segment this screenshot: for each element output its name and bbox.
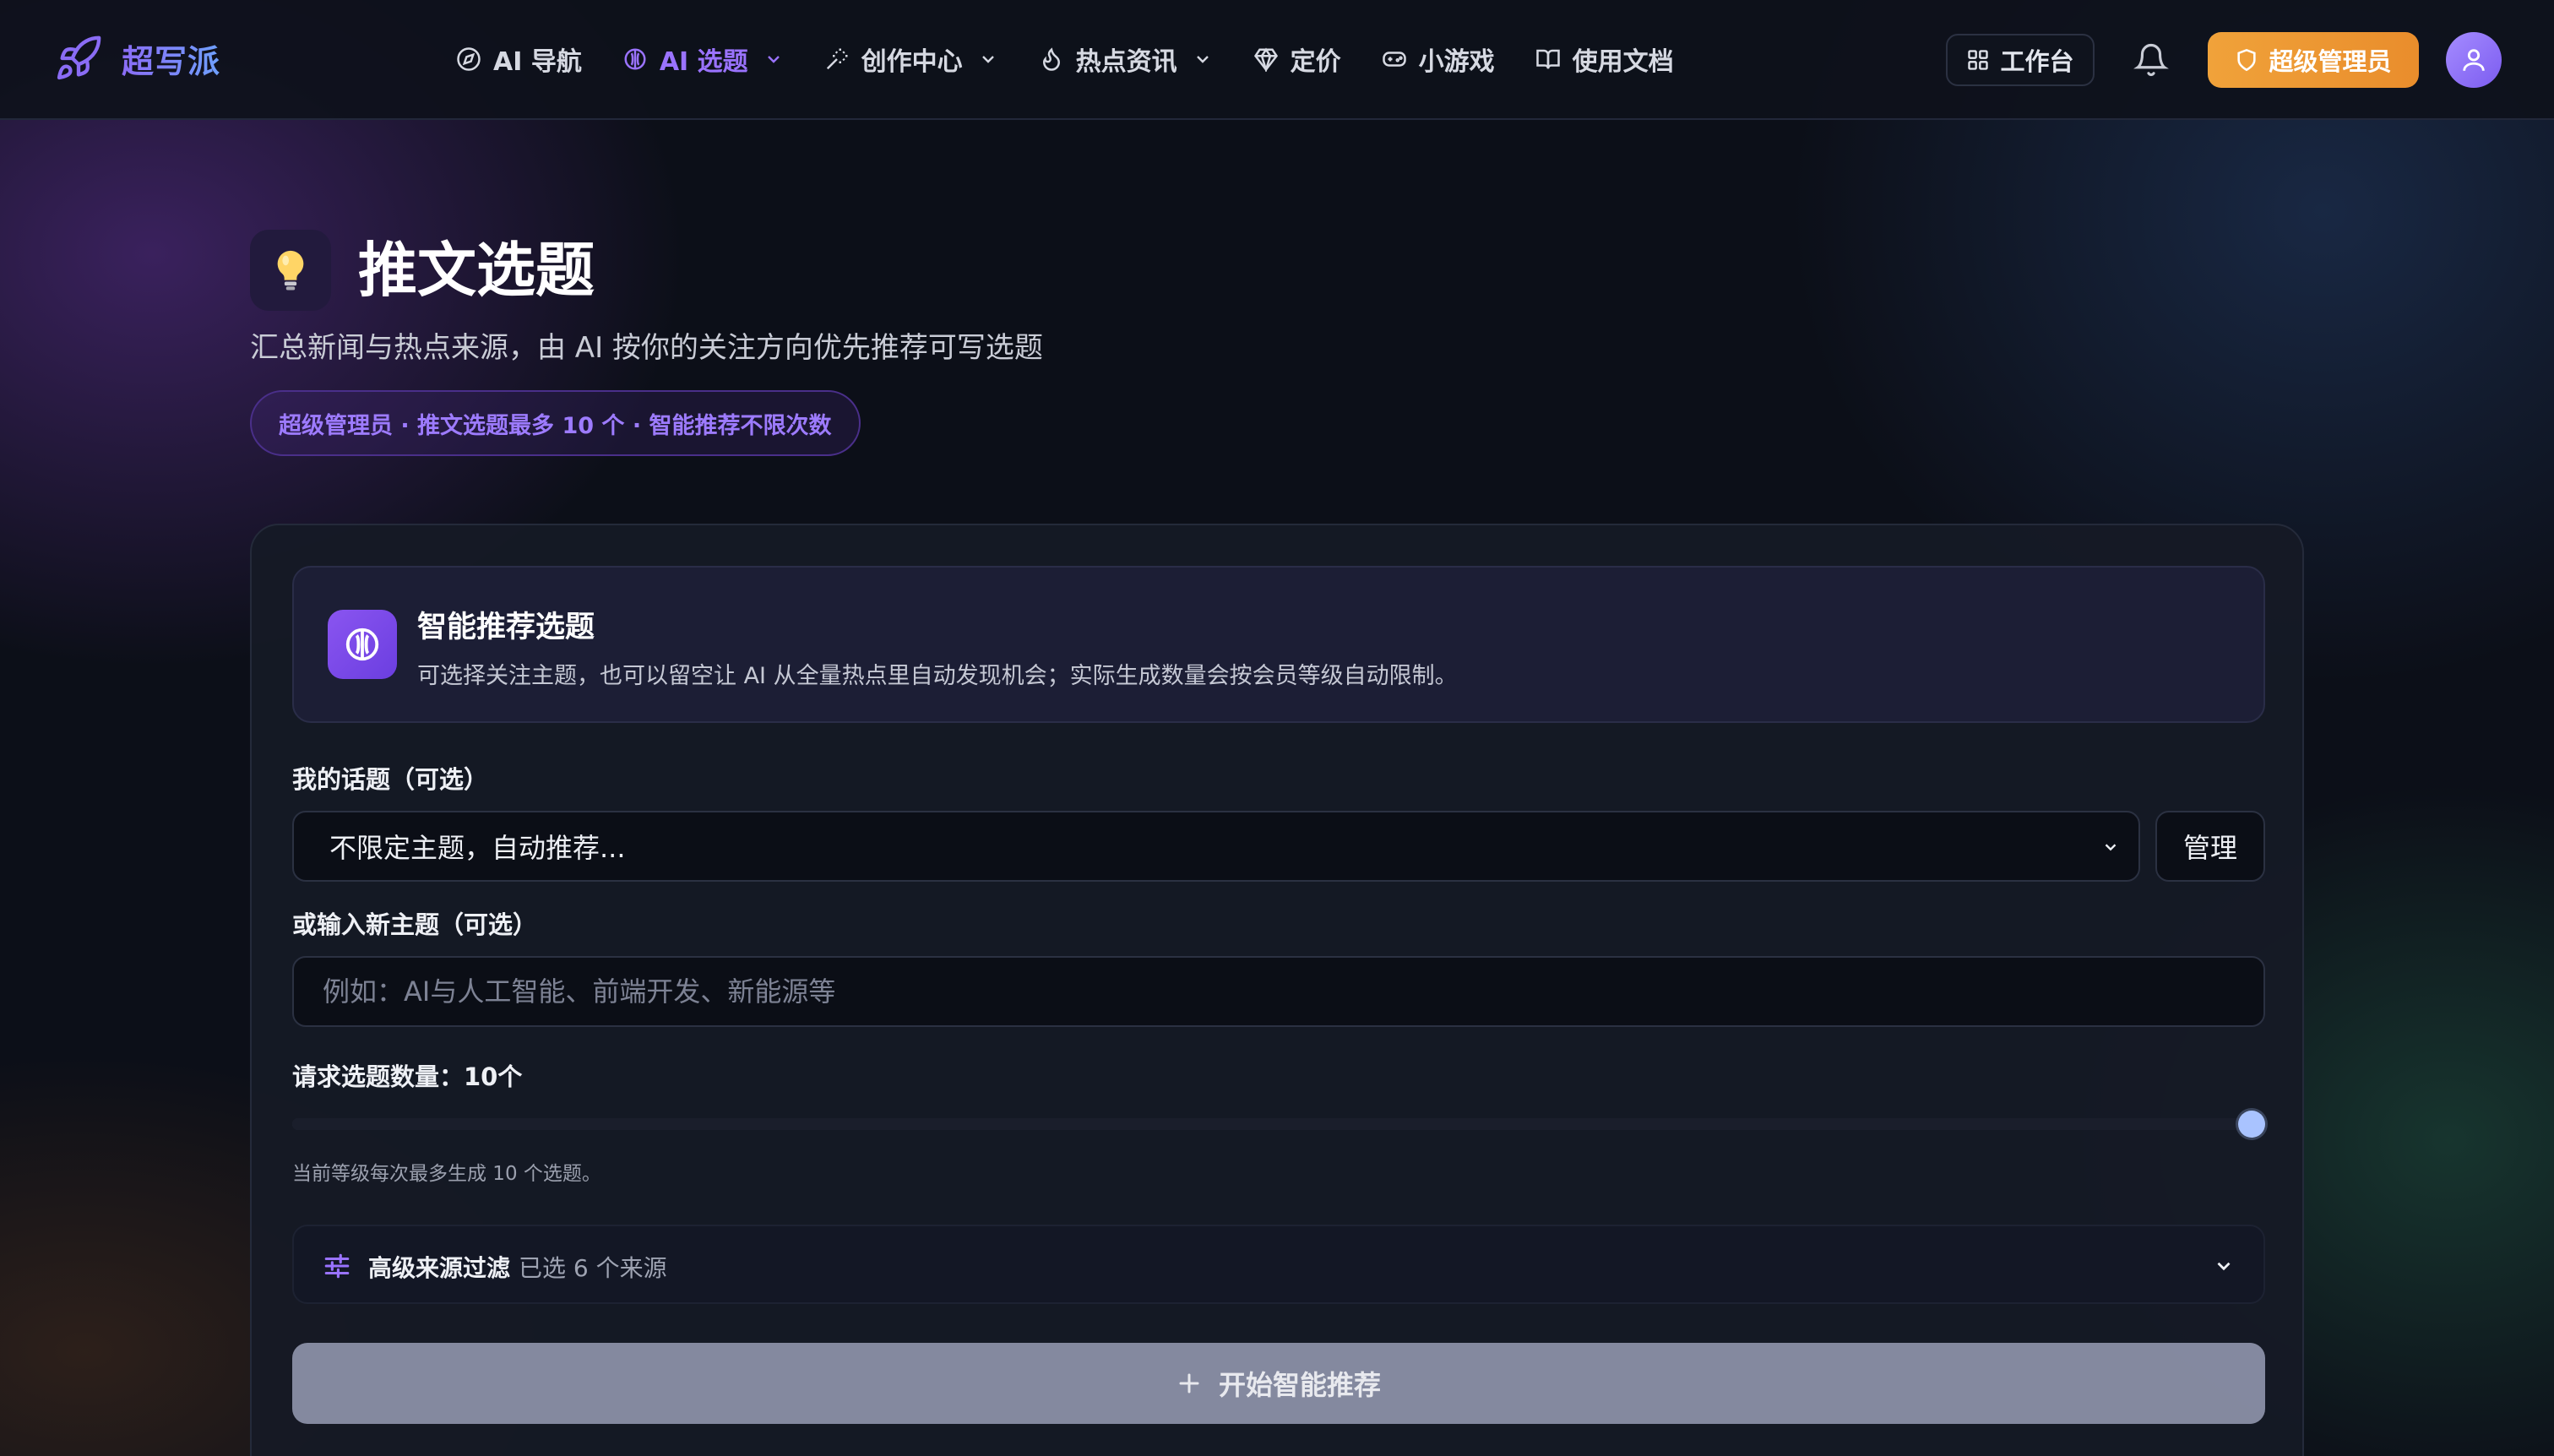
- info-icon-container: [328, 610, 397, 679]
- nav-item-mini-games[interactable]: 小游戏: [1382, 39, 1495, 79]
- topic-select-value: 不限定主题，自动推荐...: [329, 832, 626, 864]
- page-subtitle: 汇总新闻与热点来源，由 AI 按你的关注方向优先推荐可写选题: [250, 331, 1043, 365]
- workbench-label: 工作台: [2000, 47, 2074, 76]
- recommend-description: 可选择关注主题，也可以留空让 AI 从全量热点里自动发现机会；实际生成数量会按会…: [417, 663, 1458, 689]
- diamond-icon: [1253, 47, 1278, 72]
- nav-item-label: 定价: [1290, 47, 1341, 77]
- count-hint: 当前等级每次最多生成 10 个选题。: [292, 1163, 601, 1185]
- filter-title: 高级来源过滤: [368, 1254, 511, 1282]
- app-logo[interactable]: 超写派: [54, 34, 220, 83]
- super-admin-button[interactable]: 超级管理员: [2208, 32, 2419, 88]
- rocket-icon: [57, 35, 101, 80]
- plus-icon: [1179, 1373, 1199, 1394]
- count-slider[interactable]: [292, 1111, 2265, 1138]
- new-topic-input[interactable]: [292, 956, 2265, 1027]
- grid-icon: [1968, 50, 1989, 70]
- page-icon-container: [250, 230, 331, 311]
- admin-label: 超级管理员: [2269, 47, 2392, 76]
- app-name: 超写派: [122, 35, 220, 82]
- page-title: 推文选题: [358, 236, 595, 305]
- brain-icon: [345, 627, 379, 661]
- manage-topics-button[interactable]: 管理: [2155, 811, 2265, 882]
- top-navigation-bar: 超写派 AI 导航 AI 选题 创作中心 热点资讯 定价 小游戏 使用文档 工作…: [0, 0, 2554, 120]
- tier-badge: 超级管理员 · 推文选题最多 10 个 · 智能推荐不限次数: [250, 390, 861, 456]
- topic-label: 我的话题（可选）: [292, 765, 489, 794]
- slider-fill: [292, 1118, 2265, 1130]
- lightbulb-icon: [277, 250, 304, 291]
- start-recommend-button[interactable]: 开始智能推荐: [292, 1343, 2265, 1424]
- nav-item-hot-news[interactable]: 热点资讯: [1039, 39, 1213, 79]
- count-label: 请求选题数量：10个: [292, 1062, 523, 1091]
- user-icon: [2463, 49, 2485, 71]
- flame-icon: [1042, 47, 1060, 71]
- nav-item-creation-center[interactable]: 创作中心: [824, 39, 998, 79]
- recommend-title: 智能推荐选题: [417, 611, 595, 644]
- filter-count: 已选 6 个来源: [519, 1254, 667, 1282]
- chevron-down-icon: [2105, 844, 2117, 851]
- nav-item-pricing[interactable]: 定价: [1253, 39, 1341, 79]
- nav-item-ai-topics[interactable]: AI 选题: [622, 39, 784, 79]
- nav-item-label: 使用文档: [1572, 47, 1674, 77]
- brain-icon: [624, 48, 646, 70]
- chevron-down-icon: [1196, 56, 1209, 63]
- bell-icon[interactable]: [2133, 41, 2169, 79]
- chevron-down-icon: [767, 56, 780, 63]
- gamepad-icon: [1382, 52, 1406, 67]
- slider-thumb[interactable]: [2237, 1111, 2265, 1138]
- main-nav: AI 导航 AI 选题 创作中心 热点资讯 定价 小游戏 使用文档: [456, 39, 1714, 79]
- sliders-icon: [324, 1253, 350, 1279]
- chevron-down-icon: [981, 56, 994, 63]
- new-topic-label: 或输入新主题（可选）: [292, 910, 538, 939]
- topic-select[interactable]: 不限定主题，自动推荐...: [292, 811, 2140, 882]
- nav-item-label: 小游戏: [1418, 47, 1495, 77]
- nav-item-label: AI 导航: [493, 47, 582, 77]
- book-open-icon: [1535, 49, 1560, 69]
- magic-wand-icon: [826, 48, 848, 70]
- advanced-source-filter[interactable]: 高级来源过滤 已选 6 个来源: [292, 1225, 2265, 1304]
- user-avatar[interactable]: [2446, 32, 2502, 88]
- nav-item-docs[interactable]: 使用文档: [1535, 39, 1674, 79]
- recommend-info-box: 智能推荐选题 可选择关注主题，也可以留空让 AI 从全量热点里自动发现机会；实际…: [292, 566, 2265, 723]
- chevron-down-icon: [2217, 1262, 2231, 1271]
- recommend-card: 智能推荐选题 可选择关注主题，也可以留空让 AI 从全量热点里自动发现机会；实际…: [250, 524, 2304, 1456]
- nav-item-label: 创作中心: [861, 47, 963, 77]
- workbench-button[interactable]: 工作台: [1946, 34, 2095, 86]
- nav-item-label: 热点资讯: [1075, 47, 1177, 77]
- compass-icon: [457, 47, 481, 71]
- start-button-label: 开始智能推荐: [1218, 1369, 1381, 1401]
- nav-item-ai-navigation[interactable]: AI 导航: [456, 39, 582, 79]
- nav-item-label: AI 选题: [659, 47, 748, 77]
- shield-icon: [2237, 48, 2257, 72]
